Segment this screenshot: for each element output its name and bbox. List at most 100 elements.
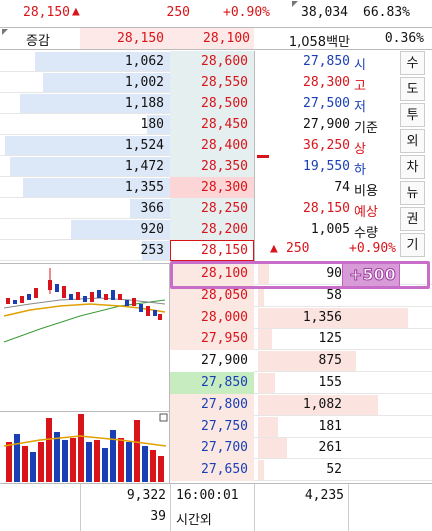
bid-row[interactable]: 27,900 875 xyxy=(170,350,432,372)
info-label: 수량 xyxy=(354,226,378,241)
bid-qty: 875 xyxy=(318,353,342,368)
ask-total: 9,322 xyxy=(126,488,166,503)
selected-bid-highlight xyxy=(170,261,430,289)
ask-row[interactable]: 1,188 28,500 xyxy=(0,93,254,114)
chart-panel xyxy=(0,263,170,483)
bid-price[interactable]: 27,850 xyxy=(170,372,254,393)
ask-qty: 1,524 xyxy=(124,138,164,153)
ask-qty: 1,062 xyxy=(124,54,164,69)
ask-row[interactable]: 920 28,200 xyxy=(0,219,254,240)
info-row: 36,250 상 xyxy=(268,136,398,157)
ask-price[interactable]: 28,450 xyxy=(170,114,254,135)
volume: 38,034 xyxy=(301,5,348,20)
expected-change-row: ▲ 250 +0.90% xyxy=(268,240,398,260)
expected-up-arrow-icon: ▲ xyxy=(270,241,278,256)
ask-row[interactable]: 1,062 28,600 xyxy=(0,51,254,72)
info-list: 27,850 시 28,300 고 27,500 저 27,900 기준 36,250 상 19,5… xyxy=(268,52,398,260)
bid-row[interactable]: 27,850 155 xyxy=(170,372,432,394)
ask-price[interactable]: 28,200 xyxy=(170,219,254,240)
bid-qty: 125 xyxy=(318,331,342,346)
side-tab[interactable]: 기 xyxy=(400,233,425,257)
ask-price[interactable]: 28,600 xyxy=(170,51,254,72)
bid-row[interactable]: 27,700 261 xyxy=(170,437,432,459)
corner-marker-icon xyxy=(292,1,298,7)
bid-price[interactable]: 27,750 xyxy=(170,416,254,437)
side-tab[interactable]: 도 xyxy=(400,77,425,101)
bid-total: 4,235 xyxy=(304,488,344,503)
ask-qty: 1,188 xyxy=(124,96,164,111)
footer-divider xyxy=(254,484,255,531)
info-row: 1,005 수량 xyxy=(268,220,398,241)
bid-row[interactable]: 27,650 52 xyxy=(170,459,432,481)
ask-row[interactable]: 1,524 28,400 xyxy=(0,135,254,156)
change-percent: +0.90% xyxy=(223,5,270,20)
info-row: 19,550 하 xyxy=(268,157,398,178)
ask-row[interactable]: 253 28,150 xyxy=(0,240,254,261)
ask-row[interactable]: 1,002 28,550 xyxy=(0,72,254,93)
chart-close-icon xyxy=(159,413,168,422)
info-value: 27,500 xyxy=(303,96,350,111)
expected-change-pct: +0.90% xyxy=(349,241,396,256)
ask-qty: 1,472 xyxy=(124,159,164,174)
volume-bars xyxy=(6,414,164,482)
ask-orderbook: 1,062 28,600 1,002 28,550 1,188 28,500 180 28,4… xyxy=(0,51,260,262)
info-label: 비용 xyxy=(354,184,378,199)
top-header: 28,150 ▲ 250 +0.90% 38,034 66.83% xyxy=(0,0,432,28)
ask-price[interactable]: 28,350 xyxy=(170,156,254,177)
ask-qty: 1,355 xyxy=(124,180,164,195)
ask-price[interactable]: 28,300 xyxy=(170,177,254,198)
info-row: 74 비용 xyxy=(268,178,398,199)
ask-qty: 366 xyxy=(140,201,164,216)
ask-price[interactable]: 28,250 xyxy=(170,198,254,219)
side-tab[interactable]: 권 xyxy=(400,207,425,231)
candles xyxy=(6,268,162,320)
price-change: 250 xyxy=(166,5,190,20)
after-hours-button[interactable]: 시간외 xyxy=(176,509,212,528)
ask-row[interactable]: 366 28,250 xyxy=(0,198,254,219)
bid-price[interactable]: 28,000 xyxy=(170,307,254,328)
bid-row[interactable]: 27,800 1,082 xyxy=(170,394,432,416)
bid-row[interactable]: 27,950 125 xyxy=(170,328,432,350)
bid-qty: 155 xyxy=(318,375,342,390)
bid-row[interactable]: 28,000 1,356 xyxy=(170,307,432,329)
info-value: 27,850 xyxy=(303,54,350,69)
ask-qty: 180 xyxy=(140,117,164,132)
mode-toggle[interactable]: 증감 xyxy=(26,30,50,49)
info-label: 고 xyxy=(354,79,366,94)
footer-divider xyxy=(348,484,349,531)
ask-row[interactable]: 1,355 28,300 xyxy=(0,177,254,198)
volume-ma-line xyxy=(3,435,167,447)
side-tab[interactable]: 뉴 xyxy=(400,181,425,205)
bid-price[interactable]: 27,800 xyxy=(170,394,254,415)
bid-qty: 52 xyxy=(326,462,342,477)
ask-price[interactable]: 28,400 xyxy=(170,135,254,156)
info-value: 28,300 xyxy=(303,75,350,90)
ask-qty: 920 xyxy=(140,222,164,237)
ask-row[interactable]: 180 28,450 xyxy=(0,114,254,135)
bid-qty: 261 xyxy=(318,440,342,455)
bid-price[interactable]: 27,900 xyxy=(170,350,254,371)
sub-header: 증감 28,150 28,100 1,058백만 0.36% xyxy=(0,28,432,50)
side-tab[interactable]: 차 xyxy=(400,155,425,179)
ask-price[interactable]: 28,150 xyxy=(170,240,254,261)
bid-price[interactable]: 27,700 xyxy=(170,437,254,458)
ask-sub-total: 39 xyxy=(150,509,166,524)
info-label: 하 xyxy=(354,163,366,178)
bid-row[interactable]: 27,750 181 xyxy=(170,416,432,438)
info-label: 저 xyxy=(354,100,366,115)
info-row: 27,900 기준 xyxy=(268,115,398,136)
info-row: 27,500 저 xyxy=(268,94,398,115)
bid-orderbook: 28,100 90 28,050 58 28,000 1,356 27,950 125 27,9… xyxy=(170,263,432,483)
volume-chart xyxy=(0,411,170,482)
ask-row[interactable]: 1,472 28,350 xyxy=(0,156,254,177)
info-row: 28,150 예상 xyxy=(268,199,398,220)
bid-price[interactable]: 27,650 xyxy=(170,459,254,480)
ask-price[interactable]: 28,500 xyxy=(170,93,254,114)
ask-price[interactable]: 28,550 xyxy=(170,72,254,93)
side-tab[interactable]: 투 xyxy=(400,103,425,127)
trade-amount: 1,058백만 xyxy=(288,35,350,50)
side-tab[interactable]: 외 xyxy=(400,129,425,153)
bid-price[interactable]: 27,950 xyxy=(170,328,254,349)
side-tab[interactable]: 수 xyxy=(400,51,425,75)
candle-chart xyxy=(3,268,166,343)
